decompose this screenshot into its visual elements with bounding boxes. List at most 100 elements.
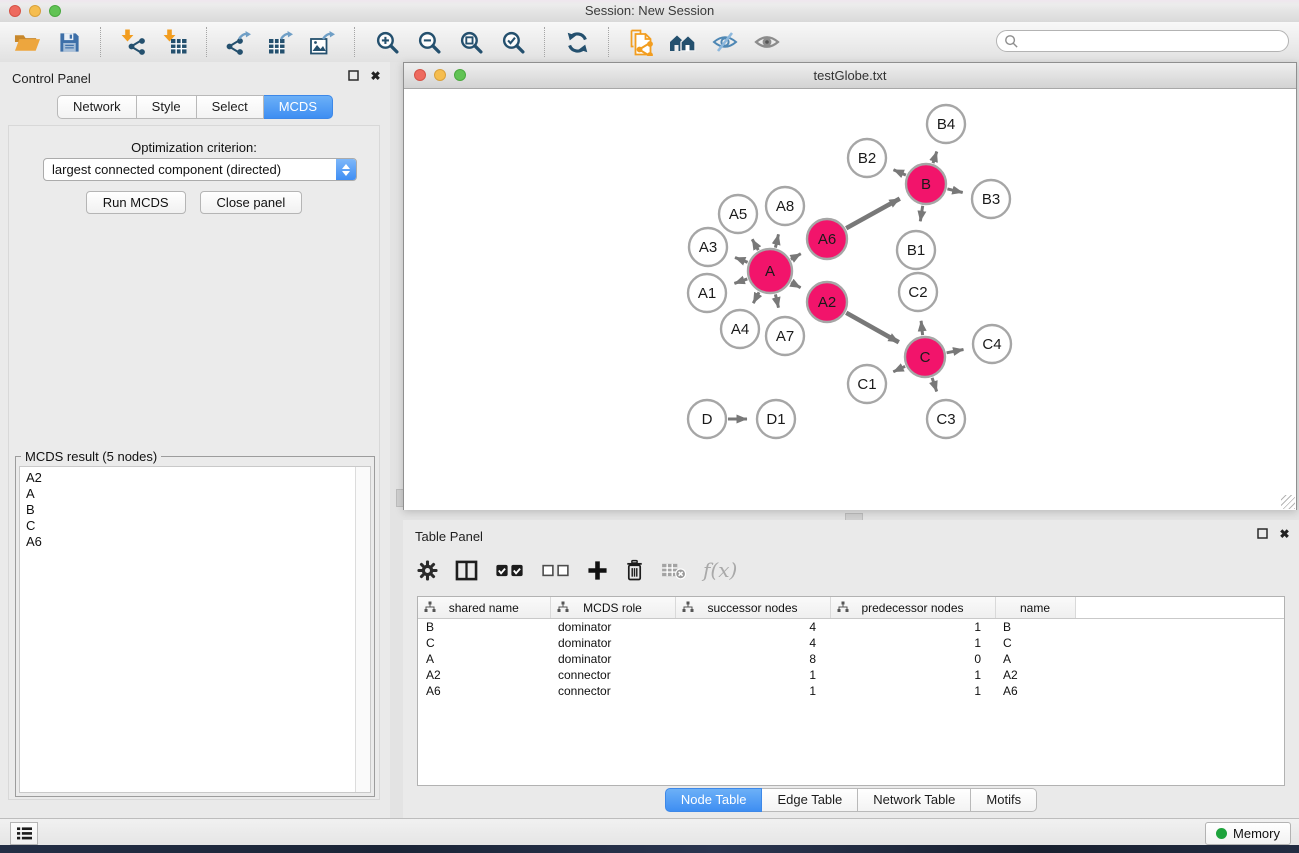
show-all-icon[interactable] (750, 26, 784, 58)
network-canvas[interactable]: B4B2BB3A5A8A6B1A3AA1C2A2A4A7C4CC1C3DD1 (404, 89, 1296, 510)
mcds-result-item[interactable]: A (26, 486, 370, 502)
tab-node-table[interactable]: Node Table (665, 788, 763, 812)
first-neighbors-icon[interactable] (666, 26, 700, 58)
graph-node-A4[interactable]: A4 (721, 310, 759, 348)
graph-edge[interactable] (735, 258, 748, 263)
table-cell[interactable]: 0 (830, 651, 995, 667)
zoom-fit-icon[interactable] (454, 26, 488, 58)
graph-node-C[interactable]: C (905, 337, 945, 377)
graph-node-A[interactable]: A (748, 249, 792, 293)
close-panel-icon[interactable]: ✖ (369, 69, 382, 82)
table-cell[interactable]: A6 (418, 683, 550, 699)
table-cell[interactable]: A2 (418, 667, 550, 683)
table-row[interactable]: Cdominator41C (418, 635, 1284, 651)
graph-edge[interactable] (775, 234, 778, 247)
table-cell[interactable]: 1 (675, 667, 830, 683)
table-cell[interactable]: dominator (550, 651, 675, 667)
table-cell[interactable]: B (418, 619, 550, 636)
column-header-predecessor-nodes[interactable]: predecessor nodes (830, 597, 995, 619)
graph-node-C3[interactable]: C3 (927, 400, 965, 438)
network-window-title-bar[interactable]: testGlobe.txt (404, 63, 1296, 89)
result-list-scrollbar[interactable] (355, 467, 370, 792)
mcds-result-list[interactable]: A2ABCA6 (19, 466, 371, 793)
table-row[interactable]: Bdominator41B (418, 619, 1284, 636)
mcds-result-item[interactable]: C (26, 518, 370, 534)
graph-node-B1[interactable]: B1 (897, 231, 935, 269)
tab-motifs[interactable]: Motifs (971, 788, 1037, 812)
table-row[interactable]: A6connector11A6 (418, 683, 1284, 699)
import-network-icon[interactable] (116, 26, 150, 58)
graph-node-D1[interactable]: D1 (757, 400, 795, 438)
close-table-panel-icon[interactable]: ✖ (1278, 527, 1291, 540)
tab-mcds[interactable]: MCDS (264, 95, 333, 119)
graph-node-A7[interactable]: A7 (766, 317, 804, 355)
add-column-icon[interactable] (587, 560, 608, 581)
deselect-all-icon[interactable] (541, 563, 570, 578)
table-cell[interactable]: 1 (830, 683, 995, 699)
graph-node-A2[interactable]: A2 (807, 282, 847, 322)
zoom-out-icon[interactable] (412, 26, 446, 58)
graph-node-B3[interactable]: B3 (972, 180, 1010, 218)
settings-icon[interactable] (417, 560, 438, 581)
graph-edge[interactable] (791, 254, 801, 260)
search-field[interactable] (996, 30, 1289, 52)
select-all-icon[interactable] (495, 563, 524, 578)
graph-node-D[interactable]: D (688, 400, 726, 438)
import-table-icon[interactable] (158, 26, 192, 58)
tab-select[interactable]: Select (197, 95, 264, 119)
table-cell[interactable]: C (418, 635, 550, 651)
table-cell[interactable]: 4 (675, 619, 830, 636)
graph-edge[interactable] (753, 292, 759, 303)
table-cell[interactable]: B (995, 619, 1075, 636)
table-cell[interactable]: C (995, 635, 1075, 651)
run-mcds-button[interactable]: Run MCDS (86, 191, 186, 214)
graph-node-A3[interactable]: A3 (689, 228, 727, 266)
graph-edge[interactable] (893, 366, 905, 372)
table-cell[interactable]: 4 (675, 635, 830, 651)
graph-node-C4[interactable]: C4 (973, 325, 1011, 363)
refresh-icon[interactable] (560, 26, 594, 58)
graph-node-C2[interactable]: C2 (899, 273, 937, 311)
node-table[interactable]: shared nameMCDS rolesuccessor nodesprede… (417, 596, 1285, 786)
network-graph[interactable]: B4B2BB3A5A8A6B1A3AA1C2A2A4A7C4CC1C3DD1 (404, 89, 1296, 510)
zoom-in-icon[interactable] (370, 26, 404, 58)
table-cell[interactable]: connector (550, 667, 675, 683)
table-cell[interactable]: connector (550, 683, 675, 699)
tab-network-table[interactable]: Network Table (858, 788, 971, 812)
table-cell[interactable]: 1 (830, 619, 995, 636)
optimization-dropdown[interactable]: largest connected component (directed) (43, 158, 357, 181)
tab-edge-table[interactable]: Edge Table (762, 788, 858, 812)
graph-node-A1[interactable]: A1 (688, 274, 726, 312)
export-image-icon[interactable] (306, 26, 340, 58)
graph-node-A6[interactable]: A6 (807, 219, 847, 259)
tab-style[interactable]: Style (137, 95, 197, 119)
tab-network[interactable]: Network (57, 95, 137, 119)
new-network-from-selection-icon[interactable] (624, 26, 658, 58)
column-header-name[interactable]: name (995, 597, 1075, 619)
table-cell[interactable]: 1 (675, 683, 830, 699)
save-session-icon[interactable] (52, 26, 86, 58)
column-header-MCDS-role[interactable]: MCDS role (550, 597, 675, 619)
graph-node-A8[interactable]: A8 (766, 187, 804, 225)
table-cell[interactable]: A2 (995, 667, 1075, 683)
float-table-panel-icon[interactable] (1256, 527, 1269, 540)
float-panel-icon[interactable] (347, 69, 360, 82)
table-cell[interactable]: dominator (550, 619, 675, 636)
table-cell[interactable]: A6 (995, 683, 1075, 699)
show-panels-list-button[interactable] (10, 822, 38, 845)
mcds-result-item[interactable]: A2 (26, 470, 370, 486)
graph-edge[interactable] (894, 170, 906, 175)
graph-node-B4[interactable]: B4 (927, 105, 965, 143)
graph-edge[interactable] (791, 283, 801, 288)
mcds-result-item[interactable]: B (26, 502, 370, 518)
graph-edge[interactable] (933, 152, 937, 164)
graph-edge[interactable] (734, 279, 747, 284)
column-browser-icon[interactable] (455, 560, 478, 581)
memory-button[interactable]: Memory (1205, 822, 1291, 845)
column-header-shared-name[interactable]: shared name (418, 597, 550, 619)
table-cell[interactable]: A (418, 651, 550, 667)
graph-edge[interactable] (932, 378, 937, 392)
graph-edge[interactable] (846, 199, 900, 229)
graph-edge[interactable] (846, 313, 899, 343)
search-input[interactable] (1023, 31, 1288, 51)
